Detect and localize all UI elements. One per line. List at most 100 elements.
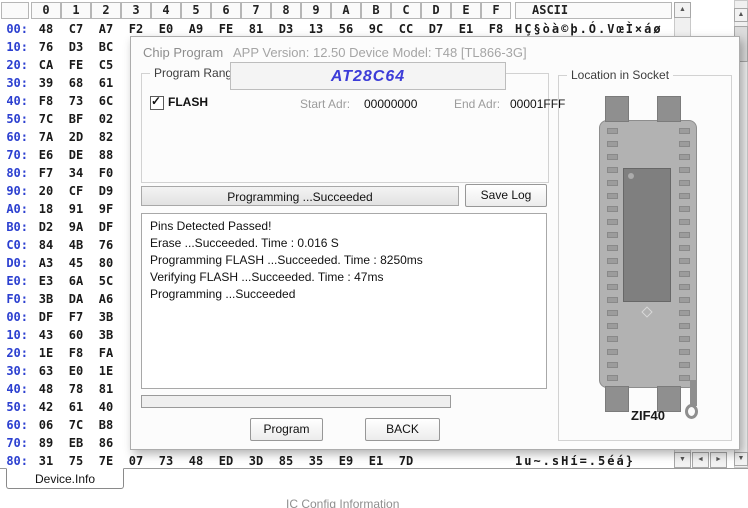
tab-device-info[interactable]: Device.Info [6, 468, 124, 489]
hex-byte[interactable]: 61 [91, 76, 121, 90]
hex-byte[interactable]: 35 [301, 454, 331, 468]
hex-byte[interactable]: 07 [121, 454, 151, 468]
back-button[interactable]: BACK [365, 418, 440, 441]
hex-byte[interactable]: 5C [91, 274, 121, 288]
hex-byte[interactable]: 02 [91, 112, 121, 126]
hex-byte[interactable]: 13 [301, 22, 331, 36]
hex-byte[interactable]: 31 [31, 454, 61, 468]
hex-byte[interactable]: E0 [151, 22, 181, 36]
hex-byte[interactable]: BF [61, 112, 91, 126]
hex-byte[interactable]: 88 [91, 148, 121, 162]
hex-byte[interactable]: F8 [31, 94, 61, 108]
hex-byte[interactable]: CA [31, 58, 61, 72]
hex-byte[interactable]: 7A [31, 130, 61, 144]
hex-byte[interactable]: 43 [31, 328, 61, 342]
hex-byte[interactable]: F7 [61, 310, 91, 324]
hex-byte[interactable]: EB [61, 436, 91, 450]
hex-scroll-up-button[interactable]: ▲ [674, 2, 691, 18]
hex-byte[interactable]: D9 [91, 184, 121, 198]
hex-byte[interactable]: DF [31, 310, 61, 324]
hex-byte[interactable]: FA [91, 346, 121, 360]
hex-byte[interactable]: D2 [31, 220, 61, 234]
hex-byte[interactable]: A6 [91, 292, 121, 306]
hex-byte[interactable]: 48 [31, 382, 61, 396]
hex-byte[interactable]: 4B [61, 238, 91, 252]
program-button[interactable]: Program [250, 418, 323, 441]
hex-byte[interactable]: 7C [31, 112, 61, 126]
hex-byte[interactable]: E3 [31, 274, 61, 288]
hex-byte[interactable]: 9A [61, 220, 91, 234]
hex-byte[interactable]: 86 [91, 436, 121, 450]
hex-byte[interactable]: E1 [361, 454, 391, 468]
hex-byte[interactable]: E9 [331, 454, 361, 468]
hex-ascii[interactable]: HÇ§òà©þ.Ó.VœÌ×áø [515, 22, 663, 36]
hex-byte[interactable]: 34 [61, 166, 91, 180]
hex-byte[interactable]: 7C [61, 418, 91, 432]
hex-byte[interactable]: 6C [91, 94, 121, 108]
hex-byte[interactable]: 68 [61, 76, 91, 90]
hex-byte[interactable]: D3 [271, 22, 301, 36]
hex-byte[interactable]: 1E [31, 346, 61, 360]
hex-byte[interactable]: 2D [61, 130, 91, 144]
hex-byte[interactable]: CC [391, 22, 421, 36]
hex-byte[interactable]: 81 [91, 382, 121, 396]
hex-byte[interactable]: 39 [31, 76, 61, 90]
hex-byte[interactable]: 73 [61, 94, 91, 108]
hex-byte[interactable]: 56 [331, 22, 361, 36]
hex-byte[interactable]: 40 [91, 400, 121, 414]
hex-byte[interactable]: 1E [91, 364, 121, 378]
save-log-button[interactable]: Save Log [465, 184, 547, 207]
hex-byte[interactable]: 42 [31, 400, 61, 414]
hex-byte[interactable]: E1 [451, 22, 481, 36]
hex-byte[interactable]: 78 [61, 382, 91, 396]
hex-byte[interactable]: ED [211, 454, 241, 468]
hex-byte[interactable]: B8 [91, 418, 121, 432]
hex-byte[interactable]: C5 [91, 58, 121, 72]
hex-byte[interactable]: 73 [151, 454, 181, 468]
hex-byte[interactable]: F7 [31, 166, 61, 180]
hex-byte[interactable]: 63 [31, 364, 61, 378]
hex-byte[interactable]: A3 [31, 256, 61, 270]
hex-byte[interactable]: 91 [61, 202, 91, 216]
window-scroll-up-button[interactable]: ▲ [734, 8, 748, 22]
hex-byte[interactable]: 9C [361, 22, 391, 36]
hex-byte[interactable]: A7 [91, 22, 121, 36]
hex-byte[interactable]: 06 [31, 418, 61, 432]
hex-byte[interactable]: C7 [61, 22, 91, 36]
hex-byte[interactable]: 89 [31, 436, 61, 450]
hex-byte[interactable]: F8 [481, 22, 511, 36]
hex-byte[interactable]: 6A [61, 274, 91, 288]
hex-scroll-right-button[interactable]: ► [710, 452, 727, 468]
hex-byte[interactable]: 84 [31, 238, 61, 252]
hex-byte[interactable]: D3 [61, 40, 91, 54]
hex-byte[interactable]: 75 [61, 454, 91, 468]
hex-byte[interactable]: F2 [121, 22, 151, 36]
hex-byte[interactable]: 82 [91, 130, 121, 144]
hex-byte[interactable]: FE [211, 22, 241, 36]
hex-byte[interactable]: 61 [61, 400, 91, 414]
hex-byte[interactable]: A9 [181, 22, 211, 36]
hex-scroll-left-button[interactable]: ◄ [692, 452, 709, 468]
hex-byte[interactable]: 9F [91, 202, 121, 216]
hex-byte[interactable]: 80 [91, 256, 121, 270]
hex-byte[interactable]: 48 [31, 22, 61, 36]
hex-byte[interactable]: D7 [421, 22, 451, 36]
hex-byte[interactable]: 7E [91, 454, 121, 468]
flash-checkbox[interactable]: ✓ [150, 96, 164, 110]
hex-byte[interactable]: DF [91, 220, 121, 234]
hex-byte[interactable]: 76 [91, 238, 121, 252]
hex-byte[interactable]: DA [61, 292, 91, 306]
hex-byte[interactable]: 7D [391, 454, 421, 468]
hex-byte[interactable]: 18 [31, 202, 61, 216]
hex-byte[interactable]: 3B [91, 310, 121, 324]
hex-byte[interactable]: 3B [31, 292, 61, 306]
hex-byte[interactable]: E0 [61, 364, 91, 378]
hex-scroll-down-button[interactable]: ▼ [674, 452, 691, 468]
hex-byte[interactable]: 85 [271, 454, 301, 468]
hex-byte[interactable]: 81 [241, 22, 271, 36]
hex-byte[interactable]: 20 [31, 184, 61, 198]
hex-byte[interactable]: E6 [31, 148, 61, 162]
hex-byte[interactable]: F8 [61, 346, 91, 360]
log-area[interactable]: Pins Detected Passed!Erase ...Succeeded.… [141, 213, 547, 389]
hex-byte[interactable]: 48 [181, 454, 211, 468]
